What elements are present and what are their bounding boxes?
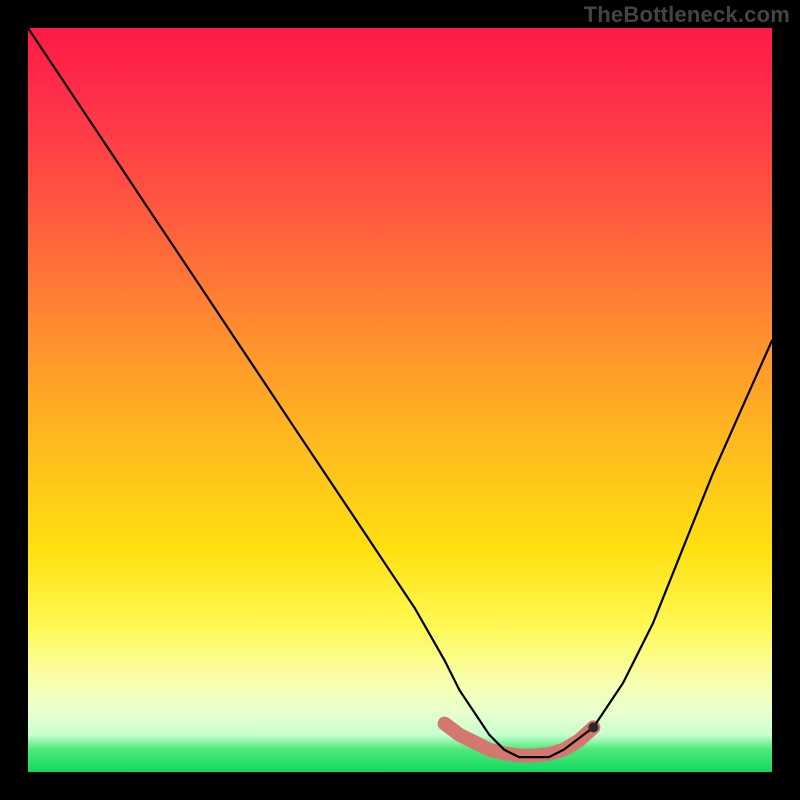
plot-area [28,28,772,772]
current-point-marker [588,722,598,732]
watermark-text: TheBottleneck.com [584,2,790,28]
bottleneck-curve [28,28,772,757]
chart-frame: TheBottleneck.com [0,0,800,800]
curve-svg [28,28,772,772]
optimal-range-band [445,724,594,756]
